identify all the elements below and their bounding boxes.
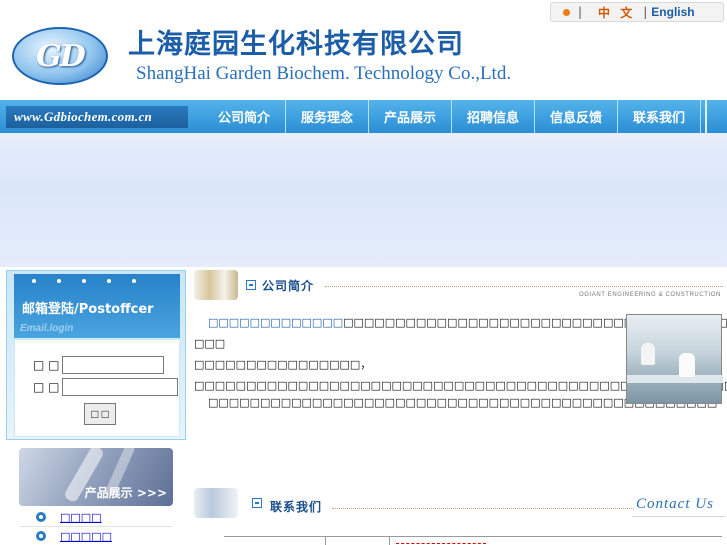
lang-separator: | (578, 5, 583, 19)
logo-text: GD (36, 38, 86, 74)
sidebar-link-list: □□□□ □□□□□ (19, 508, 173, 545)
contact-title: 联系我们 (270, 500, 323, 514)
lang-chinese-link[interactable]: 中 文 (598, 4, 635, 21)
bullet-icon (36, 512, 46, 522)
username-input[interactable] (61, 356, 164, 374)
about-section-header: 公司简介 OGIANT ENGINEERING & CONSTRUCTION (194, 270, 727, 300)
main-nav: www.Gdbiochem.com.cn 公司简介 服务理念 产品展示 招聘信息… (0, 100, 727, 133)
about-paragraph-1: □□□□□□□□□□□□□□□□□□□□□□□□□□□□□□□□□□□□□□□□… (194, 312, 727, 354)
login-submit-button[interactable]: □ □ (84, 403, 116, 425)
company-name-cn: 上海庭园生化科技有限公司 (128, 29, 464, 60)
staff-thumbnail (194, 488, 238, 518)
minus-box-icon (246, 280, 256, 290)
username-row: □ □ (33, 356, 164, 374)
sidebar-link[interactable]: □□□□□ (60, 530, 112, 543)
header: GD 上海庭园生化科技有限公司 ShangHai Garden Biochem.… (0, 0, 727, 100)
nav-item-feedback[interactable]: 信息反馈 (535, 100, 618, 133)
company-logo[interactable]: GD (12, 27, 108, 85)
password-label: □ □ (33, 380, 60, 394)
minus-box-icon (252, 498, 262, 508)
about-title: 公司简介 (262, 279, 315, 293)
contact-table (224, 536, 722, 545)
username-label: □ □ (33, 358, 60, 372)
lang-english-link[interactable]: English (651, 5, 694, 19)
lab-glassware-thumbnail (194, 270, 238, 300)
bullet-icon (36, 531, 46, 541)
company-name-link[interactable]: □□□□□□□□□□□□□ (208, 316, 343, 329)
page: GD 上海庭园生化科技有限公司 ShangHai Garden Biochem.… (0, 0, 727, 545)
login-header: 邮箱登陆/Postoffcer Email.login (14, 274, 180, 338)
nav-item-products[interactable]: 产品展示 (369, 100, 452, 133)
about-text-line: □□□□□□□□□□□□□□□□，□□□□□□□□□□□□□□□□□□□□□□□… (194, 358, 727, 392)
banner (0, 133, 727, 267)
contact-us-heading: Contact Us (636, 496, 714, 512)
email-login-box: 邮箱登陆/Postoffcer Email.login □ □ □ □ □ □ (6, 270, 186, 440)
dotted-divider (325, 286, 723, 287)
login-subtitle: Email.login (20, 323, 74, 334)
bullet-icon (563, 8, 570, 16)
main-content: 公司简介 OGIANT ENGINEERING & CONSTRUCTION □… (194, 270, 727, 545)
lab-photo (626, 314, 723, 404)
password-input[interactable] (61, 378, 178, 396)
nav-item-service[interactable]: 服务理念 (286, 100, 369, 133)
product-showcase-banner[interactable]: 产品展示 >>> (19, 448, 173, 506)
nav-divider (705, 100, 713, 133)
list-item: □□□□□ (19, 527, 173, 545)
login-title: 邮箱登陆/Postoffcer (22, 302, 154, 317)
sidebar: 邮箱登陆/Postoffcer Email.login □ □ □ □ □ □ … (6, 270, 186, 545)
about-paragraph-2: □□□□□□□□□□□□□□□□□□□□□□□□□□□□□□□□□□□□□□□□… (208, 396, 718, 409)
list-item: □□□□ (19, 508, 173, 527)
decorative-dots (32, 279, 136, 283)
divider (632, 516, 725, 517)
nav-item-jobs[interactable]: 招聘信息 (452, 100, 535, 133)
product-showcase-label: 产品展示 >>> (84, 486, 167, 500)
password-row: □ □ (33, 378, 178, 396)
nav-item-about[interactable]: 公司简介 (203, 100, 286, 133)
dotted-divider (332, 508, 634, 509)
company-name-en: ShangHai Garden Biochem. Technology Co.,… (136, 63, 512, 84)
nav-item-contact[interactable]: 联系我们 (618, 100, 701, 133)
lang-separator: | (643, 5, 648, 19)
site-url: www.Gdbiochem.com.cn (6, 105, 188, 128)
about-subtitle: OGIANT ENGINEERING & CONSTRUCTION (578, 292, 721, 298)
language-switcher: | 中 文 | English (550, 2, 724, 22)
login-form: □ □ □ □ □ □ (14, 339, 180, 437)
sidebar-link[interactable]: □□□□ (60, 511, 102, 524)
